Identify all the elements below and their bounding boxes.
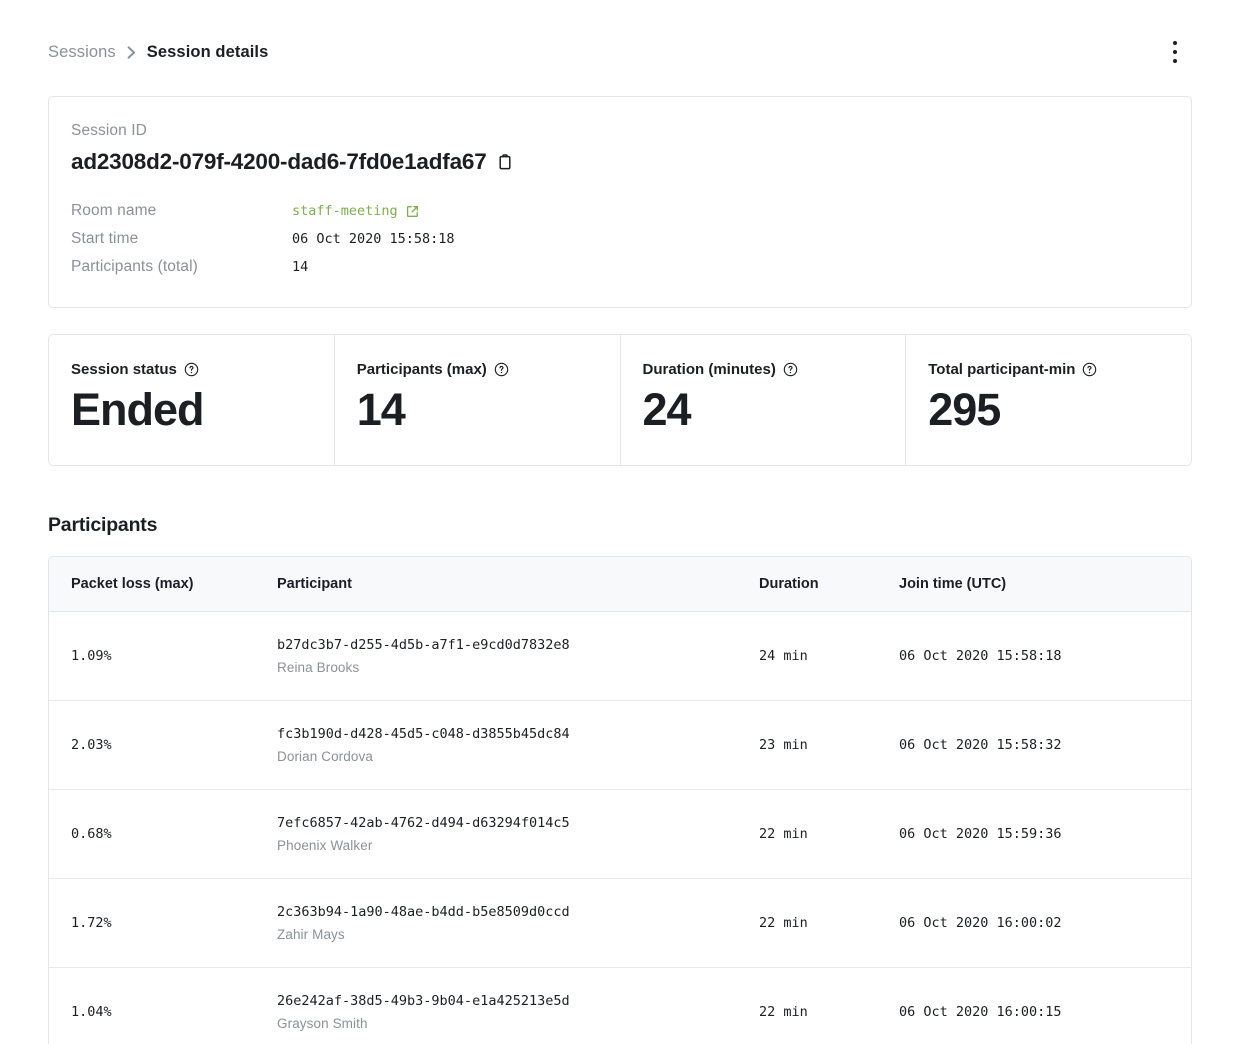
participant-id: b27dc3b7-d255-4d5b-a7f1-e9cd0d7832e8 [277, 637, 759, 653]
cell-participant: 7efc6857-42ab-4762-d494-d63294f014c5 Pho… [277, 789, 759, 878]
stat-label-row: Total participant-min [928, 361, 1169, 378]
stat-card-session-status: Session status Ended [49, 335, 335, 465]
stats-row: Session status Ended Participants (max) [48, 334, 1192, 466]
stat-value: 24 [643, 386, 884, 435]
column-header-packet-loss[interactable]: Packet loss (max) [49, 557, 277, 612]
cell-packet-loss: 2.03% [49, 700, 277, 789]
participant-name: Phoenix Walker [277, 838, 759, 853]
stat-label-row: Duration (minutes) [643, 361, 884, 378]
cell-participant: b27dc3b7-d255-4d5b-a7f1-e9cd0d7832e8 Rei… [277, 611, 759, 700]
meta-row-participants-total: Participants (total) 14 [71, 253, 455, 281]
participant-name: Grayson Smith [277, 1016, 759, 1031]
participant-id: fc3b190d-d428-45d5-c048-d3855b45dc84 [277, 726, 759, 742]
cell-duration: 22 min [759, 878, 899, 967]
stat-label: Duration (minutes) [643, 361, 776, 378]
session-id-row: ad2308d2-079f-4200-dad6-7fd0e1adfa67 [71, 149, 1169, 175]
table-row[interactable]: 2.03% fc3b190d-d428-45d5-c048-d3855b45dc… [49, 700, 1191, 789]
table-body: 1.09% b27dc3b7-d255-4d5b-a7f1-e9cd0d7832… [49, 611, 1191, 1044]
stat-label: Session status [71, 361, 177, 378]
stat-card-total-participant-min: Total participant-min 295 [906, 335, 1191, 465]
stat-value: Ended [71, 386, 312, 435]
cell-duration: 22 min [759, 967, 899, 1044]
table-header: Packet loss (max) Participant Duration J… [49, 557, 1191, 612]
stat-card-duration-minutes: Duration (minutes) 24 [621, 335, 907, 465]
breadcrumb-separator-icon [127, 46, 136, 59]
participants-table: Packet loss (max) Participant Duration J… [49, 557, 1191, 1044]
participant-id: 26e242af-38d5-49b3-9b04-e1a425213e5d [277, 993, 759, 1009]
meta-label: Start time [71, 225, 292, 253]
cell-participant: 2c363b94-1a90-48ae-b4dd-b5e8509d0ccd Zah… [277, 878, 759, 967]
participant-id: 2c363b94-1a90-48ae-b4dd-b5e8509d0ccd [277, 904, 759, 920]
session-meta-table: Room name staff-meeting [71, 197, 455, 281]
table-row[interactable]: 1.09% b27dc3b7-d255-4d5b-a7f1-e9cd0d7832… [49, 611, 1191, 700]
room-name-text: staff-meeting [292, 197, 398, 225]
participant-name: Reina Brooks [277, 660, 759, 675]
table-row[interactable]: 1.04% 26e242af-38d5-49b3-9b04-e1a425213e… [49, 967, 1191, 1044]
cell-participant: fc3b190d-d428-45d5-c048-d3855b45dc84 Dor… [277, 700, 759, 789]
cell-packet-loss: 1.09% [49, 611, 277, 700]
stat-label-row: Session status [71, 361, 312, 378]
cell-packet-loss: 0.68% [49, 789, 277, 878]
stat-label: Total participant-min [928, 361, 1075, 378]
help-circle-icon[interactable] [1082, 362, 1097, 377]
external-link-icon [406, 205, 419, 218]
cell-join-time: 06 Oct 2020 15:58:18 [899, 611, 1191, 700]
meta-value: 14 [292, 253, 455, 281]
kebab-dot [1173, 50, 1178, 55]
cell-join-time: 06 Oct 2020 15:58:32 [899, 700, 1191, 789]
column-header-duration[interactable]: Duration [759, 557, 899, 612]
meta-row-start-time: Start time 06 Oct 2020 15:58:18 [71, 225, 455, 253]
participant-name: Dorian Cordova [277, 749, 759, 764]
session-info-card: Session ID ad2308d2-079f-4200-dad6-7fd0e… [48, 96, 1192, 308]
cell-duration: 23 min [759, 700, 899, 789]
stat-value: 295 [928, 386, 1169, 435]
participant-name: Zahir Mays [277, 927, 759, 942]
help-circle-icon[interactable] [783, 362, 798, 377]
breadcrumb-sessions[interactable]: Sessions [48, 43, 116, 62]
stat-label-row: Participants (max) [357, 361, 598, 378]
room-name-link[interactable]: staff-meeting [292, 197, 419, 225]
page-header: Sessions Session details [48, 0, 1192, 96]
stat-label: Participants (max) [357, 361, 487, 378]
cell-packet-loss: 1.72% [49, 878, 277, 967]
participant-id: 7efc6857-42ab-4762-d494-d63294f014c5 [277, 815, 759, 831]
meta-label: Room name [71, 197, 292, 225]
column-header-join-time[interactable]: Join time (UTC) [899, 557, 1191, 612]
stat-card-participants-max: Participants (max) 14 [335, 335, 621, 465]
session-id-label: Session ID [71, 122, 1169, 140]
meta-row-room-name: Room name staff-meeting [71, 197, 455, 225]
column-header-participant[interactable]: Participant [277, 557, 759, 612]
table-header-row: Packet loss (max) Participant Duration J… [49, 557, 1191, 612]
table-row[interactable]: 0.68% 7efc6857-42ab-4762-d494-d63294f014… [49, 789, 1191, 878]
cell-join-time: 06 Oct 2020 16:00:15 [899, 967, 1191, 1044]
cell-join-time: 06 Oct 2020 16:00:02 [899, 878, 1191, 967]
copy-icon[interactable] [498, 154, 512, 170]
stat-value: 14 [357, 386, 598, 435]
help-circle-icon[interactable] [184, 362, 199, 377]
cell-duration: 22 min [759, 789, 899, 878]
cell-duration: 24 min [759, 611, 899, 700]
kebab-dot [1173, 59, 1178, 64]
help-circle-icon[interactable] [494, 362, 509, 377]
meta-value: staff-meeting [292, 197, 455, 225]
breadcrumb-current: Session details [147, 43, 269, 62]
participants-table-card: Packet loss (max) Participant Duration J… [48, 556, 1192, 1044]
cell-participant: 26e242af-38d5-49b3-9b04-e1a425213e5d Gra… [277, 967, 759, 1044]
table-row[interactable]: 1.72% 2c363b94-1a90-48ae-b4dd-b5e8509d0c… [49, 878, 1191, 967]
session-details-page: Sessions Session details Session ID ad23… [0, 0, 1240, 1044]
meta-value: 06 Oct 2020 15:58:18 [292, 225, 455, 253]
participants-section-title: Participants [48, 514, 1192, 537]
kebab-menu-icon[interactable] [1158, 32, 1192, 72]
cell-join-time: 06 Oct 2020 15:59:36 [899, 789, 1191, 878]
cell-packet-loss: 1.04% [49, 967, 277, 1044]
meta-label: Participants (total) [71, 253, 292, 281]
kebab-dot [1173, 41, 1178, 46]
session-id-value: ad2308d2-079f-4200-dad6-7fd0e1adfa67 [71, 149, 487, 175]
